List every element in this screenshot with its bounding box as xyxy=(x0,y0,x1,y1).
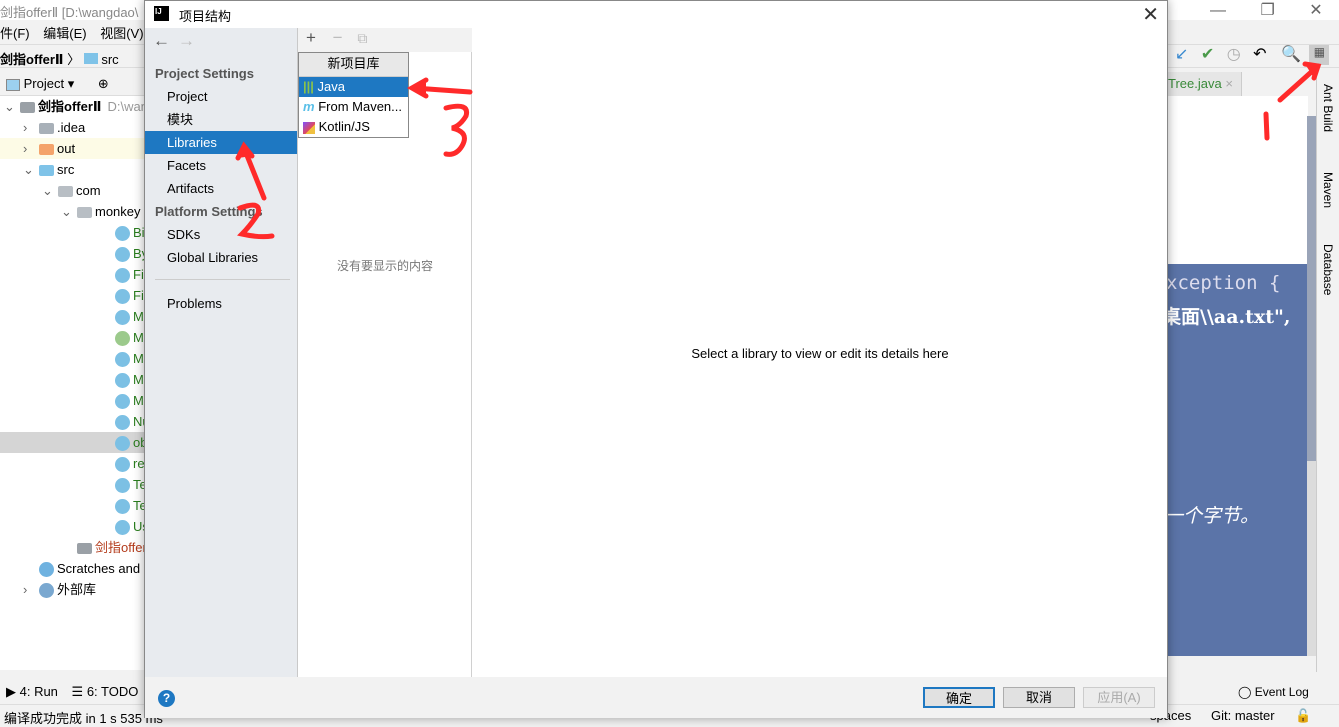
annotation-number-2 xyxy=(237,202,275,240)
annotation-arrowhead-3 xyxy=(406,77,429,99)
annotation-overlay xyxy=(235,61,1322,240)
annotation-arrowhead-2 xyxy=(235,141,255,161)
annotation-number-1 xyxy=(1263,111,1270,141)
annotation-number-3 xyxy=(443,103,470,157)
